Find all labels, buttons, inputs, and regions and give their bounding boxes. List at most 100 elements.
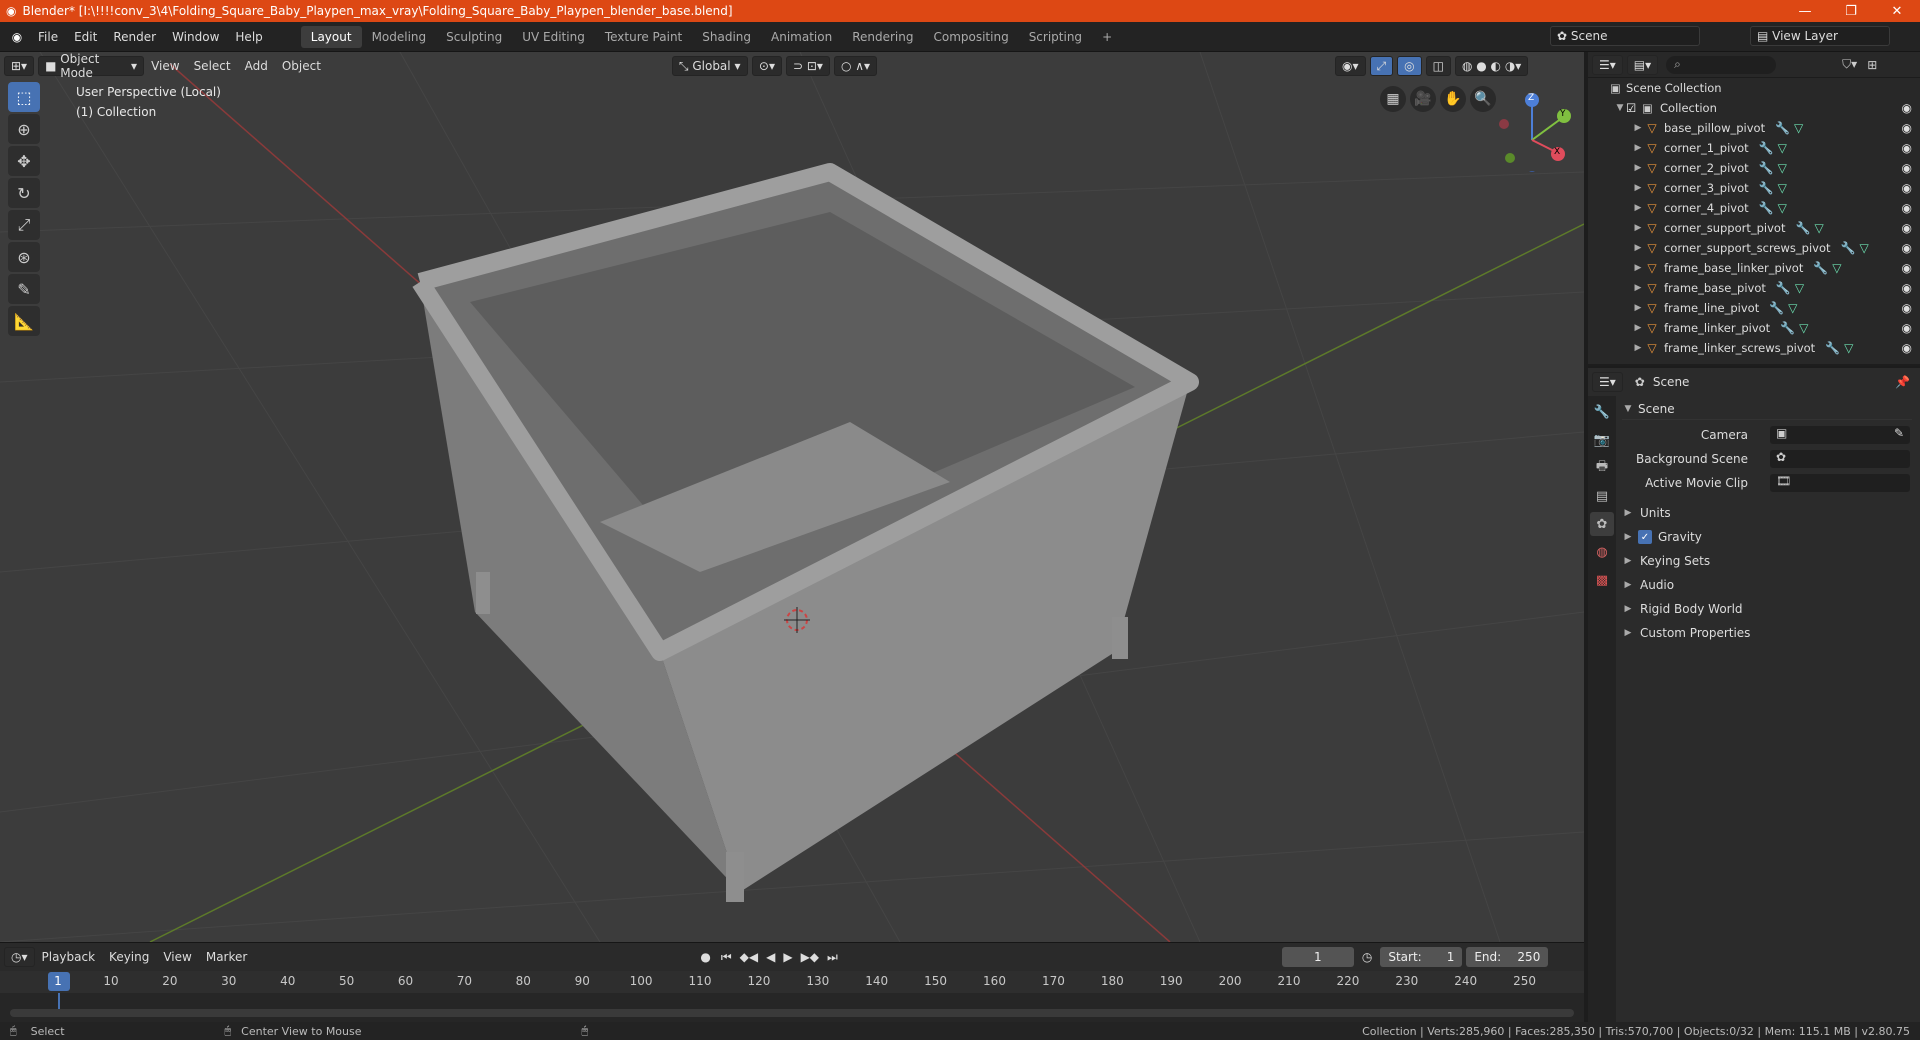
xray-toggle[interactable]: ◫ xyxy=(1425,56,1451,76)
auto-keying-icon[interactable]: ◷ xyxy=(1362,950,1372,964)
prev-keyframe-icon[interactable]: ◆◀ xyxy=(740,950,758,964)
pin-icon[interactable]: 📌 xyxy=(1895,375,1910,389)
workspace-tab-layout[interactable]: Layout xyxy=(300,25,362,48)
outliner-row-collection[interactable]: ▼ ☑ ▣ Collection ◉ xyxy=(1588,98,1920,118)
expand-arrow-icon[interactable]: ▶ xyxy=(1632,123,1644,133)
start-frame-field[interactable]: Start: 1 xyxy=(1380,947,1463,967)
display-mode-button[interactable]: ▤▾ xyxy=(1626,54,1659,75)
timeline-menu-keying[interactable]: Keying xyxy=(102,950,156,964)
outliner-item[interactable]: ▶ ▽ frame_linker_pivot 🔧 ▽ ◉ xyxy=(1588,318,1920,338)
jump-start-icon[interactable]: ⏮ xyxy=(721,950,732,965)
pivot-point-button[interactable]: ⊙▾ xyxy=(751,56,782,76)
object-mode-dropdown[interactable]: ■ Object Mode ▾ xyxy=(38,52,145,80)
eye-icon[interactable]: ◉ xyxy=(1902,281,1912,295)
eye-icon[interactable]: ◉ xyxy=(1902,321,1912,335)
expand-arrow-icon[interactable]: ▶ xyxy=(1632,263,1644,273)
modifier-wrench-icon[interactable]: 🔧 xyxy=(1825,341,1840,355)
mesh-data-icon[interactable]: ▽ xyxy=(1778,161,1787,175)
mesh-data-icon[interactable]: ▽ xyxy=(1778,201,1787,215)
expand-arrow-icon[interactable]: ▶ xyxy=(1632,303,1644,313)
outliner-item[interactable]: ▶ ▽ frame_line_pivot 🔧 ▽ ◉ xyxy=(1588,298,1920,318)
outliner-item[interactable]: ▶ ▽ corner_4_pivot 🔧 ▽ ◉ xyxy=(1588,198,1920,218)
menu-render[interactable]: Render xyxy=(105,30,164,44)
mesh-data-icon[interactable]: ▽ xyxy=(1859,241,1868,255)
close-button[interactable]: ✕ xyxy=(1874,4,1920,19)
cursor-tool[interactable]: ⊕ xyxy=(8,114,40,144)
outliner-row-scene-collection[interactable]: ▣ Scene Collection xyxy=(1588,78,1920,98)
outliner-item[interactable]: ▶ ▽ base_pillow_pivot 🔧 ▽ ◉ xyxy=(1588,118,1920,138)
end-frame-field[interactable]: End: 250 xyxy=(1466,947,1549,967)
outliner-item[interactable]: ▶ ▽ corner_support_pivot 🔧 ▽ ◉ xyxy=(1588,218,1920,238)
next-keyframe-icon[interactable]: ▶◆ xyxy=(801,950,819,964)
transform-orientation-dropdown[interactable]: ⤡ Global ▾ xyxy=(671,56,748,76)
outliner-item[interactable]: ▶ ▽ corner_1_pivot 🔧 ▽ ◉ xyxy=(1588,138,1920,158)
eye-icon[interactable]: ◉ xyxy=(1902,341,1912,355)
outliner-item[interactable]: ▶ ▽ corner_2_pivot 🔧 ▽ ◉ xyxy=(1588,158,1920,178)
measure-tool[interactable]: 📐 xyxy=(8,306,40,336)
record-icon[interactable]: ● xyxy=(700,950,710,964)
annotate-tool[interactable]: ✎ xyxy=(8,274,40,304)
expand-arrow-icon[interactable]: ▶ xyxy=(1632,203,1644,213)
editor-type-button[interactable]: ⊞▾ xyxy=(4,56,35,76)
mesh-data-icon[interactable]: ▽ xyxy=(1778,181,1787,195)
workspace-tab-compositing[interactable]: Compositing xyxy=(923,26,1018,48)
pan-view-button[interactable]: ✋ xyxy=(1440,86,1466,112)
expand-arrow-icon[interactable]: ▶ xyxy=(1632,163,1644,173)
outliner-search-input[interactable]: ⌕ xyxy=(1666,55,1777,74)
eye-icon[interactable]: ◉ xyxy=(1902,181,1912,195)
mesh-data-icon[interactable]: ▽ xyxy=(1814,221,1823,235)
mesh-data-icon[interactable]: ▽ xyxy=(1799,321,1808,335)
properties-section-header[interactable]: ▶ Units xyxy=(1622,502,1912,524)
workspace-tab-texture-paint[interactable]: Texture Paint xyxy=(595,26,692,48)
active-movie-clip-field[interactable]: 🎞 xyxy=(1770,474,1910,492)
transform-tool[interactable]: ⊛ xyxy=(8,242,40,272)
move-tool[interactable]: ✥ xyxy=(8,146,40,176)
timeline-track-area[interactable] xyxy=(0,993,1584,1023)
viewport-scene[interactable] xyxy=(0,52,1584,942)
navigation-gizmo[interactable]: Z Y X xyxy=(1490,88,1574,181)
jump-end-icon[interactable]: ⏭ xyxy=(827,950,838,965)
checkbox-icon[interactable]: ☑ xyxy=(1626,101,1642,115)
toggle-grid-button[interactable]: ▦ xyxy=(1380,86,1406,112)
modifier-wrench-icon[interactable]: 🔧 xyxy=(1759,141,1774,155)
modifier-wrench-icon[interactable]: 🔧 xyxy=(1841,241,1856,255)
select-box-tool[interactable]: ⬚ xyxy=(8,82,40,112)
mesh-data-icon[interactable]: ▽ xyxy=(1778,141,1787,155)
tool-tab[interactable]: 🔧 xyxy=(1590,400,1614,424)
properties-editor-type-button[interactable]: ☰▾ xyxy=(1592,372,1623,392)
eye-icon[interactable]: ◉ xyxy=(1902,141,1912,155)
viewport-menu-object[interactable]: Object xyxy=(275,59,328,73)
play-reverse-icon[interactable]: ◀ xyxy=(766,950,775,964)
timeline-menu-playback[interactable]: Playback xyxy=(35,950,103,964)
eye-icon[interactable]: ◉ xyxy=(1902,301,1912,315)
world-tab[interactable]: ◍ xyxy=(1590,540,1614,564)
modifier-wrench-icon[interactable]: 🔧 xyxy=(1795,221,1810,235)
camera-view-button[interactable]: 🎥 xyxy=(1410,86,1436,112)
outliner-item[interactable]: ▶ ▽ corner_3_pivot 🔧 ▽ ◉ xyxy=(1588,178,1920,198)
blender-menu-icon[interactable]: ◉ xyxy=(4,30,30,44)
modifier-wrench-icon[interactable]: 🔧 xyxy=(1813,261,1828,275)
workspace-tab-modeling[interactable]: Modeling xyxy=(362,26,437,48)
workspace-tab-animation[interactable]: Animation xyxy=(761,26,842,48)
eye-icon[interactable]: ◉ xyxy=(1902,241,1912,255)
workspace-tab-scripting[interactable]: Scripting xyxy=(1019,26,1092,48)
modifier-wrench-icon[interactable]: 🔧 xyxy=(1775,121,1790,135)
mesh-data-icon[interactable]: ▽ xyxy=(1844,341,1853,355)
eye-icon[interactable]: ◉ xyxy=(1902,161,1912,175)
maximize-button[interactable]: ❐ xyxy=(1828,4,1874,19)
visibility-button[interactable]: ◉▾ xyxy=(1335,56,1366,76)
outliner-item[interactable]: ▶ ▽ corner_support_screws_pivot 🔧 ▽ ◉ xyxy=(1588,238,1920,258)
camera-field[interactable]: ▣ ✎ xyxy=(1770,426,1910,444)
background-scene-field[interactable]: ✿ xyxy=(1770,450,1910,468)
shading-modes[interactable]: ◍ ● ◐ ◑▾ xyxy=(1454,56,1529,76)
properties-section-header[interactable]: ▶ Custom Properties xyxy=(1622,622,1912,644)
expand-arrow-icon[interactable]: ▶ xyxy=(1632,323,1644,333)
collapse-arrow-icon[interactable]: ▼ xyxy=(1614,103,1626,113)
viewport-menu-add[interactable]: Add xyxy=(238,59,275,73)
frame-ruler[interactable]: 1 10 20 30 40 50 60 70 80 90 100 110 120 130 140 150 160… xyxy=(0,971,1584,993)
properties-section-header[interactable]: ▶ Rigid Body World xyxy=(1622,598,1912,620)
viewport-menu-select[interactable]: Select xyxy=(187,59,238,73)
scale-tool[interactable]: ⤢ xyxy=(8,210,40,240)
workspace-tab-rendering[interactable]: Rendering xyxy=(842,26,923,48)
modifier-wrench-icon[interactable]: 🔧 xyxy=(1759,181,1774,195)
